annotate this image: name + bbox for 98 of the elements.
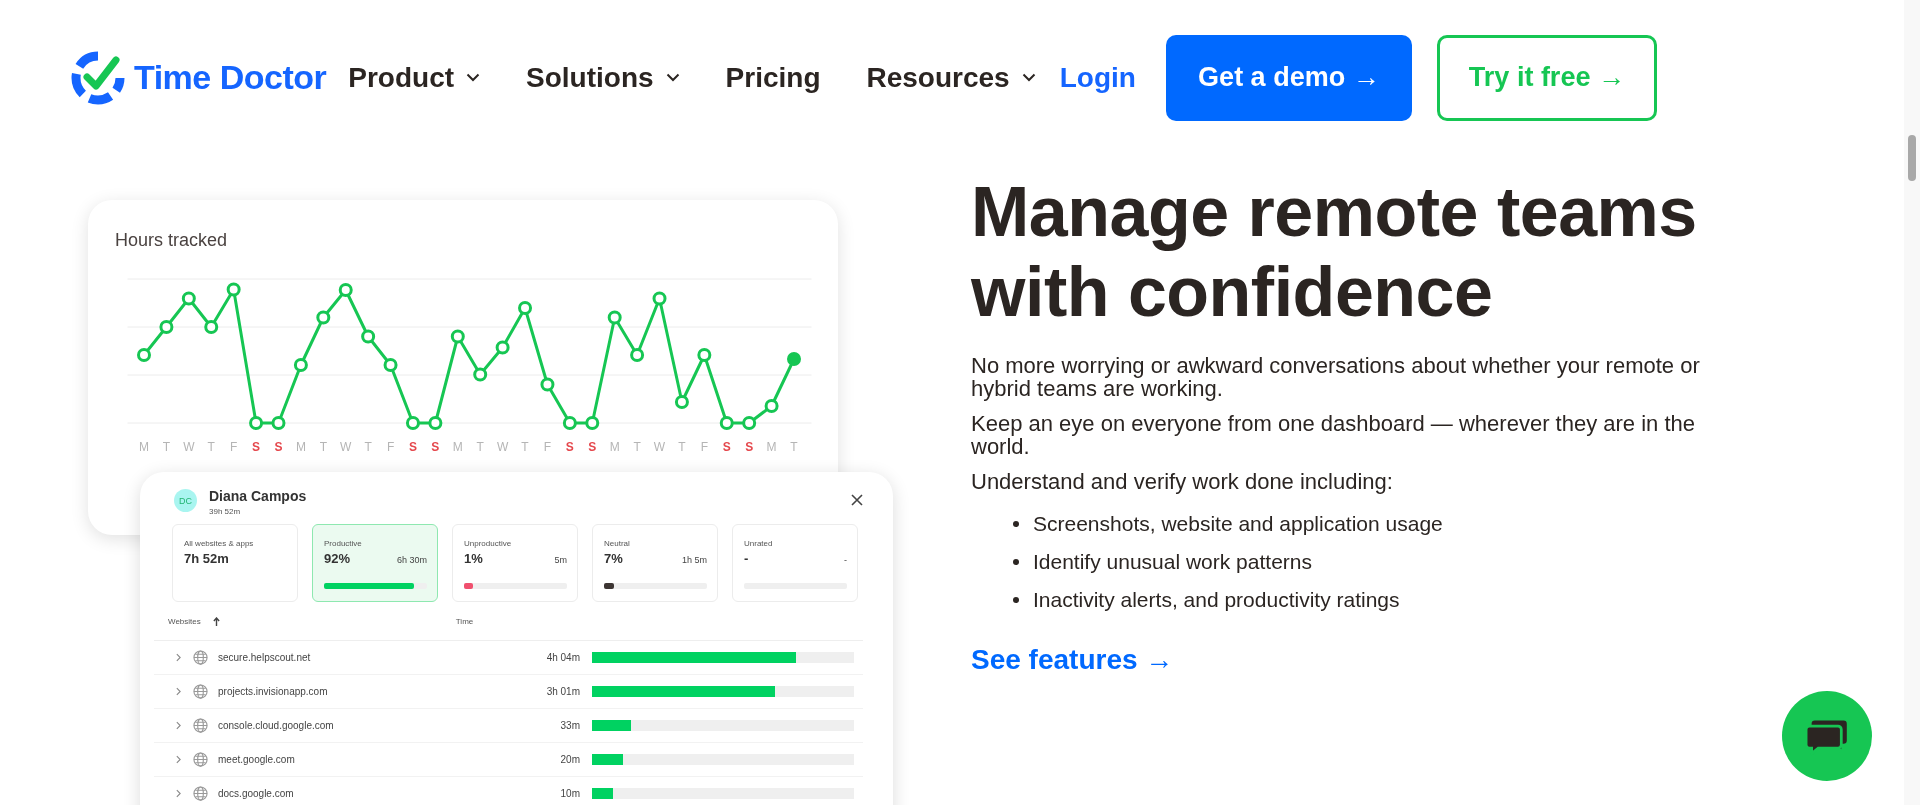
stat-label: Unrated — [744, 539, 774, 548]
day-label: T — [678, 440, 686, 454]
day-label: T — [364, 440, 372, 454]
day-label: F — [700, 440, 708, 454]
stat-card[interactable]: All websites & apps 7h 52m — [172, 524, 298, 602]
sort-arrow-icon[interactable] — [212, 616, 220, 626]
stat-label: Productive — [324, 539, 363, 548]
day-label: T — [633, 440, 641, 454]
stat-time: 1h 5m — [682, 555, 707, 565]
chart-title: Hours tracked — [115, 230, 229, 251]
globe-icon — [193, 718, 208, 733]
day-label: T — [207, 440, 215, 454]
day-label: T — [319, 440, 327, 454]
stat-value: 1% — [464, 551, 483, 566]
day-label: S — [588, 440, 597, 454]
day-label: S — [565, 440, 574, 454]
stat-card[interactable]: Unrated - - — [732, 524, 858, 602]
hero-paragraph: Keep an eye on everyone from one dashboard — wherever they are in the world. — [971, 412, 1696, 458]
stat-card[interactable]: Productive 92% 6h 30m — [312, 524, 438, 602]
site-time: 33m — [559, 720, 580, 731]
expand-icon[interactable] — [176, 687, 181, 696]
bullet-text: Inactivity alerts, and productivity ratings — [1033, 588, 1400, 612]
day-label: T — [162, 440, 171, 454]
day-label: M — [766, 440, 777, 454]
close-icon[interactable] — [851, 494, 863, 506]
column-header[interactable]: Websites — [168, 616, 201, 626]
stat-value: - — [744, 551, 749, 566]
site-name: docs.google.com — [218, 788, 295, 799]
site-name: projects.invisionapp.com — [218, 686, 329, 697]
user-name: Diana Campos — [209, 488, 307, 504]
expand-icon[interactable] — [176, 653, 181, 662]
day-label: W — [340, 440, 352, 454]
site-time: 4h 04m — [545, 652, 580, 663]
stat-value: 7% — [604, 551, 623, 566]
site-name: console.cloud.google.com — [218, 720, 335, 731]
day-label: T — [790, 440, 798, 454]
nav-item[interactable]: Product — [348, 61, 481, 94]
features-link[interactable]: See features → — [971, 644, 1174, 676]
stat-card[interactable]: Neutral 7% 1h 5m — [592, 524, 718, 602]
globe-icon — [193, 786, 208, 801]
logo-icon — [70, 49, 126, 106]
login-link[interactable]: Login — [1059, 61, 1136, 94]
expand-icon[interactable] — [176, 755, 181, 764]
stat-label: Neutral — [604, 539, 631, 548]
expand-icon[interactable] — [176, 789, 181, 798]
day-label: W — [653, 440, 666, 454]
day-label: S — [745, 440, 754, 454]
site-time: 10m — [559, 788, 580, 799]
site-name: secure.helpscout.net — [218, 652, 312, 663]
day-label: W — [183, 440, 195, 454]
day-label: S — [431, 440, 440, 454]
bullet-dot-icon — [1013, 559, 1019, 565]
day-label: F — [386, 440, 395, 454]
stat-label: Unproductive — [464, 539, 513, 548]
globe-icon — [193, 684, 208, 699]
demo-button[interactable]: Get a demo → — [1165, 34, 1412, 121]
day-label: S — [722, 440, 731, 454]
hero-heading: Manage remote teams with confidence — [971, 172, 1698, 332]
day-label: S — [274, 440, 283, 454]
bullet-dot-icon — [1013, 597, 1019, 603]
bullet-text: Screenshots, website and application usage — [1033, 512, 1443, 536]
column-header: Time — [455, 616, 474, 626]
day-label: F — [230, 440, 238, 454]
globe-icon — [193, 650, 208, 665]
stat-value: 7h 52m — [184, 551, 229, 566]
stat-value: 92% — [324, 551, 351, 566]
stat-label: All websites & apps — [184, 539, 255, 548]
day-label: T — [521, 440, 529, 454]
day-label: F — [543, 440, 552, 454]
day-label: M — [452, 440, 463, 454]
nav-item[interactable]: Solutions — [526, 61, 680, 94]
day-label: M — [609, 440, 620, 454]
stat-time: - — [844, 555, 847, 565]
stat-time: 5m — [554, 555, 567, 565]
logo-text[interactable]: Time Doctor — [134, 58, 327, 97]
bullet-text: Identify unusual work patterns — [1033, 550, 1312, 574]
site-name: meet.google.com — [218, 754, 296, 765]
day-label: M — [295, 440, 306, 454]
day-label: S — [252, 440, 261, 454]
site-time: 3h 01m — [545, 686, 580, 697]
stat-time: 6h 30m — [396, 555, 427, 565]
expand-icon[interactable] — [176, 721, 181, 730]
hero-paragraph: Understand and verify work done including: — [971, 470, 1394, 493]
scrollbar-thumb[interactable] — [1908, 135, 1916, 181]
scrollbar[interactable] — [1904, 0, 1920, 805]
nav-item[interactable]: Pricing — [725, 61, 821, 94]
day-label: W — [496, 440, 509, 454]
day-label: T — [476, 440, 484, 454]
avatar: DC — [174, 489, 197, 512]
hero-paragraph: No more worrying or awkward conversations about whether your remote or hybrid teams are working. — [971, 354, 1701, 400]
globe-icon — [193, 752, 208, 767]
day-label: M — [139, 440, 149, 454]
user-total: 39h 52m — [209, 507, 242, 516]
stat-card[interactable]: Unproductive 1% 5m — [452, 524, 578, 602]
day-label: S — [408, 440, 417, 454]
bullet-dot-icon — [1013, 521, 1019, 527]
site-time: 20m — [559, 754, 580, 765]
nav-item[interactable]: Resources — [866, 61, 1036, 94]
